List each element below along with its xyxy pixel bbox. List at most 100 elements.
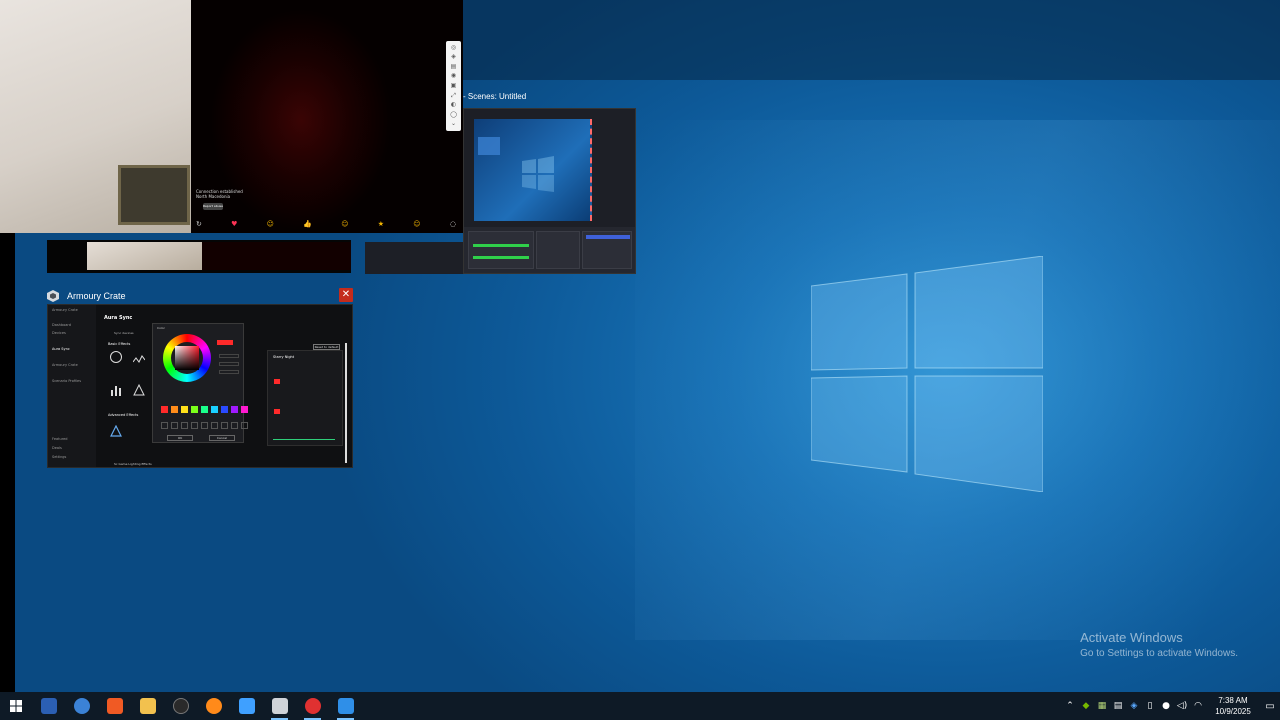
taskbar-app[interactable]: [329, 692, 362, 720]
armoury-crate-window-thumbnail[interactable]: Armoury Crate Dashboard Devices Aura Syn…: [47, 304, 353, 468]
green-value-field[interactable]: [219, 362, 239, 366]
chrome-icon: [73, 698, 90, 714]
custom-slot[interactable]: [191, 422, 198, 429]
notification-icon[interactable]: ▭: [1260, 692, 1280, 720]
taskbar-chrome[interactable]: [65, 692, 98, 720]
custom-slot[interactable]: [211, 422, 218, 429]
custom-slot[interactable]: [181, 422, 188, 429]
taskbar-brave[interactable]: [98, 692, 131, 720]
red-value-field[interactable]: [219, 354, 239, 358]
cancel-button[interactable]: Cancel: [209, 435, 235, 441]
toolbar-icon-3[interactable]: ▤: [451, 63, 457, 70]
toolbar-icon-1[interactable]: ◎: [451, 44, 456, 51]
windows-start-icon: [10, 700, 22, 712]
rainbow-prism-icon[interactable]: [110, 425, 122, 437]
armoury-crate-app-icon: [47, 289, 59, 302]
swatch[interactable]: [191, 406, 198, 413]
custom-slot[interactable]: [171, 422, 178, 429]
swatch[interactable]: [241, 406, 248, 413]
toolbar-icon-5[interactable]: ▣: [451, 82, 457, 89]
taskbar-aura-creator[interactable]: [230, 692, 263, 720]
music-effect-icon[interactable]: [110, 381, 122, 396]
taskbar-firefox[interactable]: [197, 692, 230, 720]
network-drive-icon[interactable]: ▤: [1110, 692, 1126, 720]
expand-icon[interactable]: ⤢: [451, 92, 456, 99]
sidebar-item-dashboard[interactable]: Dashboard: [52, 323, 71, 327]
sidebar-item-header[interactable]: Armoury Crate: [52, 308, 78, 312]
strobing-effect-icon[interactable]: [133, 381, 145, 396]
sidebar-item-profiles[interactable]: Scenario Profiles: [52, 379, 81, 383]
sidebar-item-devices[interactable]: Devices: [52, 331, 66, 335]
taskbar-recorder[interactable]: [296, 692, 329, 720]
swatch[interactable]: [161, 406, 168, 413]
taskbar-obs[interactable]: [164, 692, 197, 720]
sidebar-item-featured[interactable]: Featured: [52, 437, 67, 441]
swatch[interactable]: [201, 406, 208, 413]
toolbar-icon-2[interactable]: ◈: [451, 54, 456, 60]
refresh-icon[interactable]: ↻: [196, 220, 202, 228]
swatch[interactable]: [181, 406, 188, 413]
nvidia-icon[interactable]: ◆: [1078, 692, 1094, 720]
sidebar-item-deals[interactable]: Deals: [52, 446, 62, 450]
start-button[interactable]: [0, 692, 32, 720]
close-icon[interactable]: ✕: [339, 288, 353, 302]
thumbnail-room-feed: [87, 242, 202, 270]
heart-icon[interactable]: ♥: [231, 220, 237, 228]
background-color-chip[interactable]: [274, 379, 280, 384]
wifi-icon[interactable]: ◠: [1190, 692, 1206, 720]
sync-devices-label[interactable]: Sync devices: [114, 331, 134, 335]
sidebar-item-armoury[interactable]: Armoury Crate: [52, 363, 78, 367]
clock[interactable]: 7:38 AM 10/9/2025: [1206, 695, 1260, 717]
smile-icon[interactable]: ☺: [413, 220, 420, 228]
custom-slot[interactable]: [221, 422, 228, 429]
scrollbar[interactable]: [345, 343, 347, 463]
sidebar-item-settings[interactable]: Settings: [52, 455, 66, 459]
microphone-icon[interactable]: ●: [1158, 692, 1174, 720]
custom-slot[interactable]: [201, 422, 208, 429]
volume-icon[interactable]: ◁): [1174, 692, 1190, 720]
ok-button[interactable]: OK: [167, 435, 193, 441]
breathing-effect-icon[interactable]: [132, 351, 146, 363]
blue-value-field[interactable]: [219, 370, 239, 374]
aura-creator-icon: [238, 698, 255, 714]
custom-slot[interactable]: [231, 422, 238, 429]
static-effect-icon[interactable]: [110, 351, 122, 363]
thumbs-up-icon[interactable]: 👍: [303, 220, 312, 228]
stars-color-chip[interactable]: [274, 409, 280, 414]
saturation-square[interactable]: [175, 346, 199, 370]
report-button[interactable]: Report abuse: [203, 203, 223, 210]
obs-mixer-extension: [365, 242, 463, 274]
audio-mixer-dock: [468, 231, 534, 269]
video-chat-window-thumbnail[interactable]: Connection established North Macedonia R…: [0, 0, 463, 233]
swatch[interactable]: [171, 406, 178, 413]
chevron-down-icon[interactable]: ⌄: [451, 121, 456, 127]
tray-app-icon[interactable]: ▦: [1094, 692, 1110, 720]
reaction-bar: ↻ ♥ ☺ 👍 ☺ ★ ☺ ◌: [196, 218, 456, 230]
clock-date: 10/9/2025: [1215, 707, 1251, 716]
chevron-up-icon[interactable]: ⌃: [1062, 692, 1078, 720]
taskbar-file-explorer[interactable]: [131, 692, 164, 720]
toolbar-icon-8[interactable]: ◯: [450, 111, 457, 118]
star-icon[interactable]: ★: [378, 220, 384, 228]
swatch[interactable]: [221, 406, 228, 413]
obs-window-thumbnail[interactable]: - Scenes: Untitled: [463, 92, 636, 274]
swatch[interactable]: [211, 406, 218, 413]
taskbar-armoury-crate[interactable]: [263, 692, 296, 720]
toolbar-icon-7[interactable]: ◐: [451, 102, 456, 108]
obs-window-body: [463, 108, 636, 274]
speed-slider[interactable]: [273, 439, 335, 440]
color-picker-dialog[interactable]: Color OK Cancel: [152, 323, 248, 443]
smile-icon[interactable]: ☺: [341, 220, 348, 228]
chat-messages: Connection established North Macedonia: [196, 189, 243, 199]
dropbox-icon[interactable]: ◈: [1126, 692, 1142, 720]
armoury-crate-title-bar[interactable]: Armoury Crate: [47, 287, 353, 304]
swatch[interactable]: [231, 406, 238, 413]
toolbar-icon-4[interactable]: ◉: [451, 73, 456, 79]
second-chat-window-thumbnail[interactable]: [47, 240, 351, 273]
taskbar-powershell[interactable]: [32, 692, 65, 720]
sidebar-item-aura-sync[interactable]: Aura Sync: [52, 347, 70, 351]
smile-icon[interactable]: ☺: [267, 220, 274, 228]
custom-slot[interactable]: [241, 422, 248, 429]
usb-icon[interactable]: ▯: [1142, 692, 1158, 720]
custom-slot[interactable]: [161, 422, 168, 429]
